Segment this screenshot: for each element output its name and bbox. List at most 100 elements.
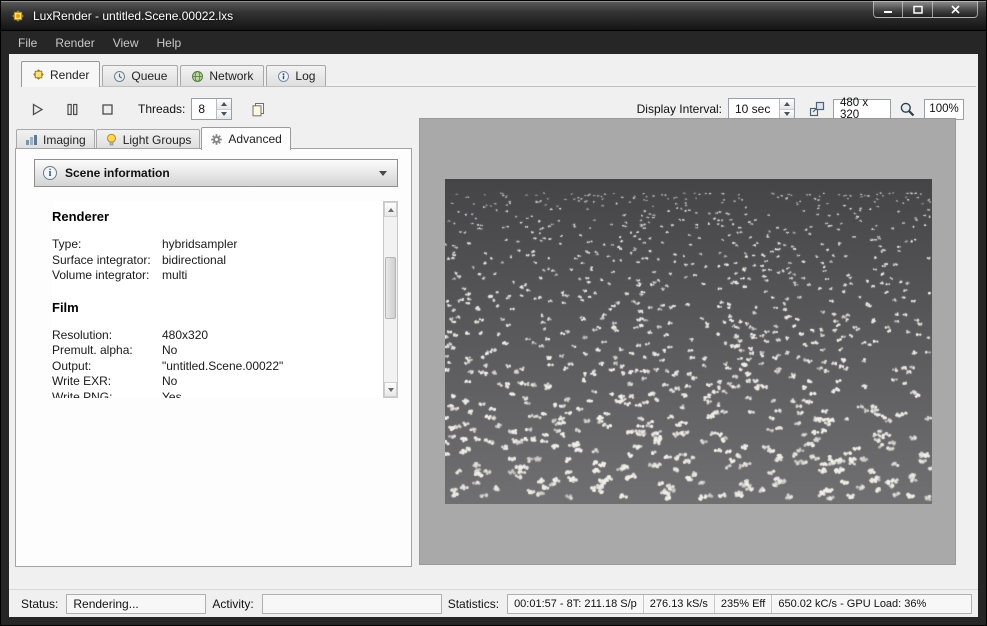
info-row-premult-alpha: Premult. alpha: No xyxy=(52,343,382,359)
statistics-field: 00:01:57 - 8T: 211.18 S/p 276.13 kS/s 23… xyxy=(507,594,972,614)
menu-view[interactable]: View xyxy=(104,32,148,54)
imaging-histogram-icon xyxy=(25,133,38,146)
info-row-type: Type: hybridsampler xyxy=(52,237,382,253)
display-interval-label: Display Interval: xyxy=(637,102,722,116)
status-value: Rendering... xyxy=(73,597,138,611)
toolbar-left-group: Threads: 8 xyxy=(23,96,279,122)
info-row-surface-integrator: Surface integrator: bidirectional xyxy=(52,253,382,269)
resolution-box[interactable]: 480 x 320 xyxy=(833,99,891,120)
tab-imaging-label: Imaging xyxy=(43,133,86,147)
display-interval-spin-up[interactable] xyxy=(780,99,794,110)
scene-information-text: Renderer Type: hybridsampler Surface int… xyxy=(52,201,382,398)
lightbulb-icon xyxy=(105,133,118,146)
stop-button[interactable] xyxy=(93,96,121,122)
titlebar[interactable]: LuxRender - untitled.Scene.00022.lxs xyxy=(1,1,986,31)
scrollbar-down-button[interactable] xyxy=(384,382,397,397)
copy-button[interactable] xyxy=(244,96,272,122)
tab-render-label: Render xyxy=(50,68,89,82)
film-heading: Film xyxy=(52,300,382,315)
side-tab-bar: Imaging Light Groups xyxy=(16,126,412,149)
pause-button[interactable] xyxy=(58,96,86,122)
luxrender-window: LuxRender - untitled.Scene.00022.lxs Fil… xyxy=(0,0,987,626)
info-row-output: Output: "untitled.Scene.00022" xyxy=(52,359,382,375)
activity-label: Activity: xyxy=(212,597,253,611)
threads-value: 8 xyxy=(192,99,216,119)
tab-network-label: Network xyxy=(209,69,253,83)
menubar: File Render View Help xyxy=(9,32,978,54)
resize-resolution-icon[interactable] xyxy=(809,101,825,117)
menu-file[interactable]: File xyxy=(9,32,46,54)
chevron-down-icon xyxy=(379,171,387,176)
pause-icon xyxy=(65,102,80,117)
luxrender-logo-icon xyxy=(10,8,26,24)
play-button[interactable] xyxy=(23,96,51,122)
minimize-button[interactable] xyxy=(873,1,903,18)
scene-information-title: Scene information xyxy=(65,166,379,180)
stop-icon xyxy=(100,102,115,117)
status-field: Rendering... xyxy=(66,594,206,614)
zoom-level-box[interactable]: 100% xyxy=(924,99,964,120)
network-globe-icon xyxy=(191,70,204,83)
tab-queue-label: Queue xyxy=(131,69,167,83)
left-panel: Imaging Light Groups xyxy=(15,126,412,567)
play-icon xyxy=(30,102,45,117)
tab-queue[interactable]: Queue xyxy=(102,65,178,86)
client-area: Render Queue Network xyxy=(9,54,978,617)
info-row-resolution: Resolution: 480x320 xyxy=(52,328,382,344)
tab-advanced-label: Advanced xyxy=(228,132,281,146)
toolbar-right-group: Display Interval: 10 sec 4 xyxy=(627,98,968,120)
status-label: Status: xyxy=(21,597,58,611)
tab-render[interactable]: Render xyxy=(21,61,100,87)
tab-advanced[interactable]: Advanced xyxy=(201,127,290,150)
window-controls xyxy=(873,1,978,18)
threads-spin-up[interactable] xyxy=(217,99,231,110)
scrollbar-track[interactable] xyxy=(384,217,397,382)
window-title: LuxRender - untitled.Scene.00022.lxs xyxy=(33,9,233,23)
zoom-level-value: 100% xyxy=(929,103,958,115)
statistics-label: Statistics: xyxy=(448,597,499,611)
advanced-tab-page: i Scene information Renderer Type: hybri… xyxy=(15,148,412,567)
stat-samples-per-pixel: 00:01:57 - 8T: 211.18 S/p xyxy=(508,595,643,613)
render-view-area xyxy=(419,118,956,565)
statusbar: Status: Rendering... Activity: Statistic… xyxy=(9,589,978,617)
stat-efficiency: 235% Eff xyxy=(714,595,771,613)
tab-light-groups-label: Light Groups xyxy=(123,133,192,147)
display-interval-spinbox[interactable]: 10 sec xyxy=(728,98,795,120)
menu-help[interactable]: Help xyxy=(148,32,191,54)
info-icon: i xyxy=(43,166,57,180)
zoom-magnifier-icon[interactable] xyxy=(899,101,916,118)
scene-information-content: Renderer Type: hybridsampler Surface int… xyxy=(52,201,398,398)
renderer-heading: Renderer xyxy=(52,209,382,224)
copy-icon xyxy=(251,102,266,117)
tab-log[interactable]: Log xyxy=(266,65,326,86)
scrollbar-thumb[interactable] xyxy=(385,257,396,319)
info-row-write-png: Write PNG: Yes xyxy=(52,390,382,399)
threads-spinbox[interactable]: 8 xyxy=(191,98,232,120)
tab-network[interactable]: Network xyxy=(180,65,264,86)
stat-gpu-load: 650.02 kC/s - GPU Load: 36% xyxy=(771,595,932,613)
menu-render[interactable]: Render xyxy=(46,32,103,54)
activity-field xyxy=(262,594,442,614)
scrollbar-up-button[interactable] xyxy=(384,202,397,217)
render-tab-icon xyxy=(32,68,45,81)
render-canvas xyxy=(445,179,932,504)
display-interval-value: 10 sec xyxy=(729,99,779,119)
tab-imaging[interactable]: Imaging xyxy=(16,129,95,149)
info-row-volume-integrator: Volume integrator: multi xyxy=(52,268,382,284)
info-row-write-exr: Write EXR: No xyxy=(52,374,382,390)
display-interval-spin-arrows xyxy=(779,99,794,119)
threads-label: Threads: xyxy=(138,102,185,116)
main-tab-bar: Render Queue Network xyxy=(21,61,976,87)
tab-light-groups[interactable]: Light Groups xyxy=(96,129,201,149)
scene-info-scrollbar[interactable] xyxy=(383,201,398,398)
gear-icon xyxy=(210,133,223,146)
maximize-button[interactable] xyxy=(903,1,932,18)
queue-clock-icon xyxy=(113,70,126,83)
tab-log-label: Log xyxy=(295,69,315,83)
threads-spin-down[interactable] xyxy=(217,110,231,120)
scene-information-header[interactable]: i Scene information xyxy=(34,159,398,187)
close-button[interactable] xyxy=(932,1,978,18)
stat-samples-per-second: 276.13 kS/s xyxy=(643,595,714,613)
log-info-icon xyxy=(277,70,290,83)
threads-spin-arrows xyxy=(216,99,231,119)
